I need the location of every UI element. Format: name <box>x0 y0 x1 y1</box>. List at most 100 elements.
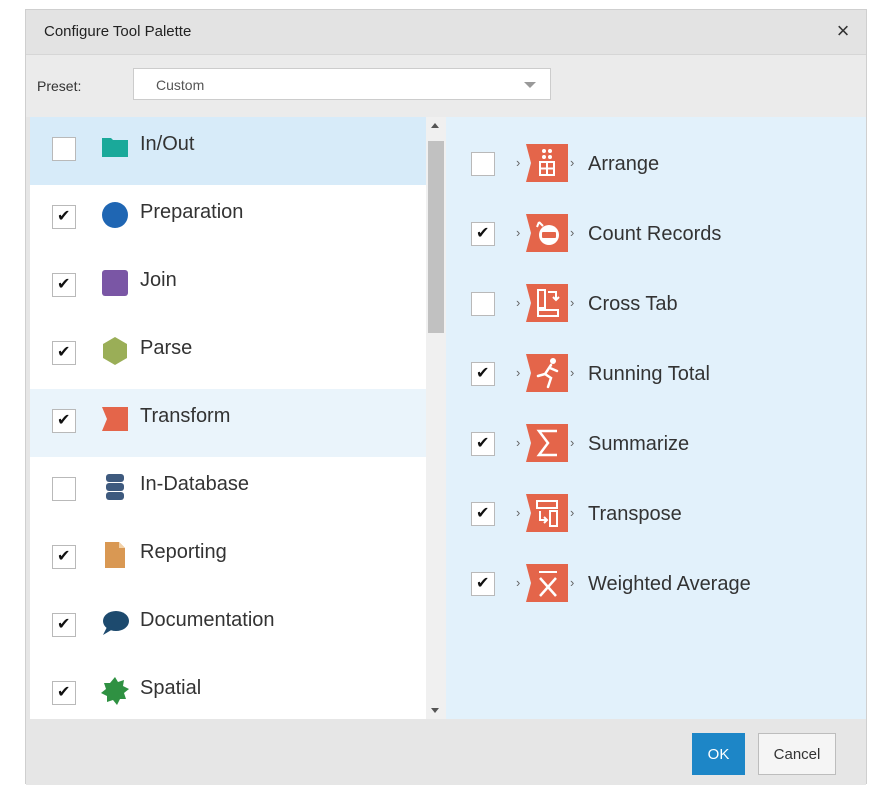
category-label: Transform <box>140 405 231 427</box>
ok-button[interactable]: OK <box>692 733 745 775</box>
category-checkbox[interactable] <box>52 477 76 501</box>
category-item-join[interactable]: ✔ Join <box>30 253 426 321</box>
category-item-in-out[interactable]: In/Out <box>30 117 426 185</box>
tool-item-count-records[interactable]: ✔ › › Count Records <box>446 200 866 270</box>
category-item-spatial[interactable]: ✔ Spatial <box>30 661 426 719</box>
category-checkbox[interactable]: ✔ <box>52 341 76 365</box>
input-anchor-icon: › <box>516 365 521 380</box>
checkmark-icon: ✔ <box>476 225 490 242</box>
scrollbar-thumb[interactable] <box>428 141 444 333</box>
category-checkbox[interactable]: ✔ <box>52 205 76 229</box>
square-icon <box>102 270 128 296</box>
tool-checkbox[interactable]: ✔ <box>471 572 495 596</box>
checkmark-icon: ✔ <box>57 208 71 225</box>
preset-row: Preset: Custom <box>26 55 866 117</box>
preset-value: Custom <box>156 77 205 93</box>
scroll-up-arrow-icon[interactable] <box>431 123 439 128</box>
category-checkbox[interactable]: ✔ <box>52 681 76 705</box>
tool-list: › › Arrange ✔ › › Count Records › › Cros… <box>446 117 866 719</box>
category-checkbox[interactable] <box>52 137 76 161</box>
checkmark-icon: ✔ <box>476 435 490 452</box>
close-icon[interactable]: × <box>830 18 856 44</box>
tool-checkbox[interactable]: ✔ <box>471 362 495 386</box>
dialog-titlebar: Configure Tool Palette × <box>26 10 866 55</box>
category-label: Parse <box>140 337 193 359</box>
starburst-icon <box>101 677 129 705</box>
category-label: In-Database <box>140 473 249 495</box>
category-label: Join <box>140 269 177 291</box>
tool-item-cross-tab[interactable]: › › Cross Tab <box>446 270 866 340</box>
input-anchor-icon: › <box>516 505 521 520</box>
tool-label: Count Records <box>588 223 722 245</box>
input-anchor-icon: › <box>516 155 521 170</box>
category-item-in-database[interactable]: In-Database <box>30 457 426 525</box>
dialog-footer: OK Cancel <box>26 719 866 785</box>
checkmark-icon: ✔ <box>57 616 71 633</box>
speech-bubble-icon <box>103 611 129 635</box>
tool-label: Arrange <box>588 153 660 175</box>
arrange-icon <box>526 144 568 182</box>
tool-checkbox[interactable]: ✔ <box>471 222 495 246</box>
scroll-down-arrow-icon[interactable] <box>431 708 439 713</box>
preset-dropdown[interactable]: Custom <box>133 68 551 100</box>
output-anchor-icon: › <box>570 505 575 520</box>
category-item-reporting[interactable]: ✔ Reporting <box>30 525 426 593</box>
tool-label: Cross Tab <box>588 293 678 315</box>
chevron-down-icon <box>524 82 536 88</box>
category-checkbox[interactable]: ✔ <box>52 545 76 569</box>
count-records-icon <box>526 214 568 252</box>
tool-label: Weighted Average <box>588 573 751 595</box>
dialog-title: Configure Tool Palette <box>44 23 192 40</box>
cancel-button[interactable]: Cancel <box>758 733 836 775</box>
output-anchor-icon: › <box>570 295 575 310</box>
category-label: Spatial <box>140 677 202 699</box>
category-checkbox[interactable]: ✔ <box>52 409 76 433</box>
category-item-transform[interactable]: ✔ Transform <box>30 389 426 457</box>
tool-checkbox[interactable] <box>471 292 495 316</box>
category-label: In/Out <box>140 133 195 155</box>
tool-label: Transpose <box>588 503 682 525</box>
checkmark-icon: ✔ <box>476 505 490 522</box>
tool-checkbox[interactable]: ✔ <box>471 502 495 526</box>
checkmark-icon: ✔ <box>476 365 490 382</box>
hexagon-icon <box>103 337 127 365</box>
tool-item-transpose[interactable]: ✔ › › Transpose <box>446 480 866 550</box>
category-item-parse[interactable]: ✔ Parse <box>30 321 426 389</box>
tool-checkbox[interactable]: ✔ <box>471 432 495 456</box>
category-item-preparation[interactable]: ✔ Preparation <box>30 185 426 253</box>
circle-icon <box>102 202 128 228</box>
tool-item-weighted-average[interactable]: ✔ › › Weighted Average <box>446 550 866 620</box>
database-icon <box>106 474 124 500</box>
category-item-documentation[interactable]: ✔ Documentation <box>30 593 426 661</box>
category-checkbox[interactable]: ✔ <box>52 613 76 637</box>
category-label: Reporting <box>140 541 227 563</box>
output-anchor-icon: › <box>570 365 575 380</box>
input-anchor-icon: › <box>516 295 521 310</box>
checkmark-icon: ✔ <box>57 548 71 565</box>
output-anchor-icon: › <box>570 155 575 170</box>
category-label: Preparation <box>140 201 244 223</box>
running-total-icon <box>526 354 568 392</box>
tool-checkbox[interactable] <box>471 152 495 176</box>
transpose-icon <box>526 494 568 532</box>
summarize-icon <box>526 424 568 462</box>
checkmark-icon: ✔ <box>57 412 71 429</box>
checkmark-icon: ✔ <box>476 575 490 592</box>
ribbon-icon <box>102 407 128 431</box>
output-anchor-icon: › <box>570 225 575 240</box>
configure-tool-palette-dialog: Configure Tool Palette × Preset: Custom … <box>25 9 867 785</box>
tool-item-running-total[interactable]: ✔ › › Running Total <box>446 340 866 410</box>
folder-icon <box>102 138 128 157</box>
input-anchor-icon: › <box>516 435 521 450</box>
output-anchor-icon: › <box>570 435 575 450</box>
document-icon <box>105 542 125 568</box>
category-scrollbar[interactable] <box>426 117 446 719</box>
checkmark-icon: ✔ <box>57 276 71 293</box>
output-anchor-icon: › <box>570 575 575 590</box>
tool-item-summarize[interactable]: ✔ › › Summarize <box>446 410 866 480</box>
input-anchor-icon: › <box>516 225 521 240</box>
category-checkbox[interactable]: ✔ <box>52 273 76 297</box>
tool-item-arrange[interactable]: › › Arrange <box>446 130 866 200</box>
tool-label: Running Total <box>588 363 710 385</box>
preset-label: Preset: <box>37 78 82 94</box>
